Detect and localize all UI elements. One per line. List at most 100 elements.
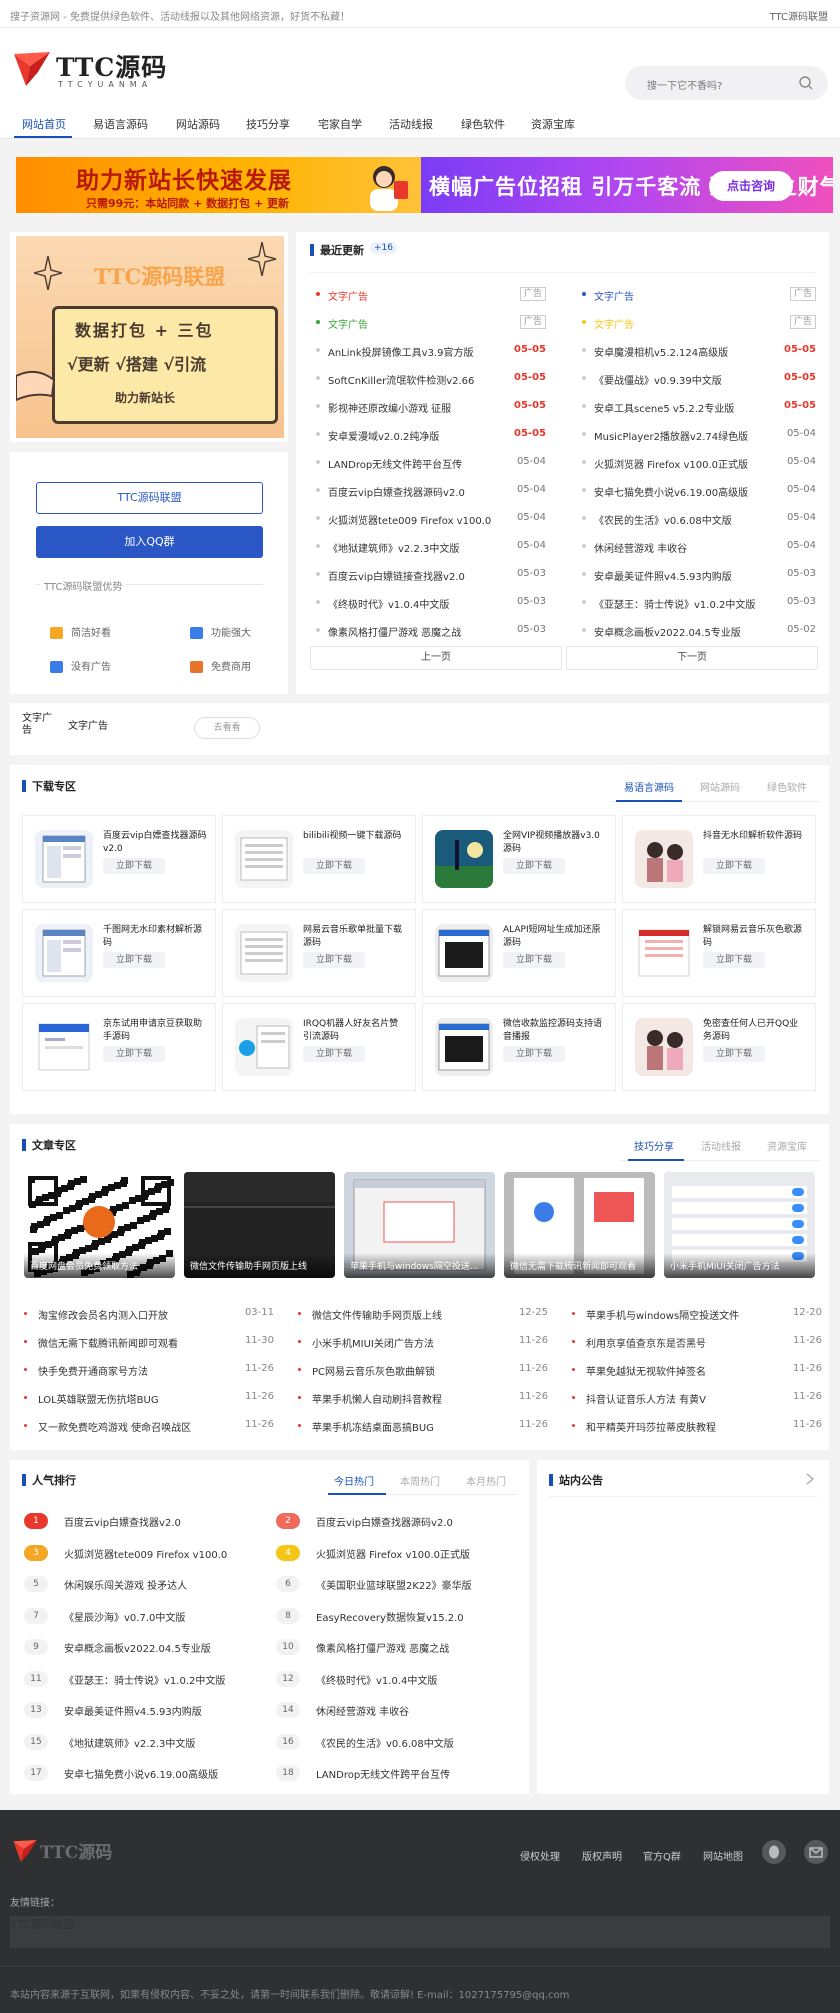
article-title[interactable]: 苹果手机冻结桌面恶搞BUG xyxy=(312,1419,492,1434)
download-thumbnail[interactable] xyxy=(635,924,693,982)
rank-row[interactable]: 12 《终极时代》v1.0.4中文版 xyxy=(276,1664,516,1695)
download-now-button[interactable]: 立即下载 xyxy=(703,952,765,968)
download-item[interactable]: 百度云vip白嫖查找器源码v2.0 立即下载 xyxy=(22,815,216,903)
article-card[interactable]: 小米手机MIUI关闭广告方法 xyxy=(664,1172,815,1278)
download-thumbnail[interactable] xyxy=(235,924,293,982)
article-title[interactable]: 苹果免越狱无视软件掉签名 xyxy=(586,1363,766,1378)
rank-row[interactable]: 14 休闲经营游戏 丰收谷 xyxy=(276,1695,516,1726)
update-row[interactable]: SoftCnKiller流氓软件检测v2.66 05-05 xyxy=(310,364,546,392)
update-title[interactable]: 火狐浏览器tete009 Firefox v100.0 xyxy=(328,512,518,527)
article-row[interactable]: 快手免费开通商家号方法 11-26 xyxy=(24,1356,274,1384)
rank-title[interactable]: 《农民的生活》v0.6.08中文版 xyxy=(316,1735,506,1750)
article-title[interactable]: 微信文件传输助手网页版上线 xyxy=(312,1307,492,1322)
rank-title[interactable]: 《终极时代》v1.0.4中文版 xyxy=(316,1672,506,1687)
article-card[interactable]: 微信无需下载腾讯新闻即可观看 xyxy=(504,1172,655,1278)
text-ad-row[interactable]: 文字广告 广告 xyxy=(310,280,546,308)
tab-green-software[interactable]: 绿色软件 xyxy=(767,779,807,794)
nav-activities[interactable]: 活动线报 xyxy=(389,116,433,132)
tab-today-hot[interactable]: 今日热门 xyxy=(334,1473,374,1488)
update-row[interactable]: 影视神还原改编小游戏 征服 05-05 xyxy=(310,392,546,420)
update-title[interactable]: AnLink投屏镜像工具v3.9官方版 xyxy=(328,344,518,359)
update-row[interactable]: 安卓魔漫相机v5.2.124高级版 05-05 xyxy=(576,336,816,364)
article-row[interactable]: 微信文件传输助手网页版上线 12-25 xyxy=(298,1300,548,1328)
update-row[interactable]: 安卓工具scene5 v5.2.2专业版 05-05 xyxy=(576,392,816,420)
nav-self-study[interactable]: 宅家自学 xyxy=(318,116,362,132)
article-caption[interactable]: 微信文件传输助手网页版上线 xyxy=(184,1253,335,1278)
nav-tips[interactable]: 技巧分享 xyxy=(246,116,290,132)
article-title[interactable]: PC网易云音乐灰色歌曲解锁 xyxy=(312,1363,492,1378)
update-row[interactable]: 安卓最美证件照v4.5.93内购版 05-03 xyxy=(576,560,816,588)
rank-title[interactable]: 火狐浏览器 Firefox v100.0正式版 xyxy=(316,1546,506,1561)
download-now-button[interactable]: 立即下载 xyxy=(103,858,165,874)
chevron-right-icon[interactable] xyxy=(805,1472,815,1486)
rank-title[interactable]: 休闲经营游戏 丰收谷 xyxy=(316,1703,506,1718)
update-row[interactable]: 百度云vip白嫖链接查找器v2.0 05-03 xyxy=(310,560,546,588)
update-title[interactable]: 安卓概念画板v2022.04.5专业版 xyxy=(594,624,784,639)
download-now-button[interactable]: 立即下载 xyxy=(703,1046,765,1062)
download-title[interactable]: 京东试用申请京豆获取助手源码 xyxy=(103,1018,207,1044)
download-item[interactable]: 免密查任何人已开QQ业务源码 立即下载 xyxy=(622,1003,816,1091)
tab-tips[interactable]: 技巧分享 xyxy=(634,1138,674,1153)
article-caption[interactable]: 小米手机MIUI关闭广告方法 xyxy=(664,1253,815,1278)
update-title[interactable]: 安卓爱漫域v2.0.2纯净版 xyxy=(328,428,518,443)
article-row[interactable]: 苹果手机与windows隔空投送文件 12-20 xyxy=(572,1300,822,1328)
rank-row[interactable]: 3 火狐浏览器tete009 Firefox v100.0 xyxy=(24,1538,264,1569)
update-title[interactable]: 火狐浏览器 Firefox v100.0正式版 xyxy=(594,456,784,471)
update-title[interactable]: 休闲经营游戏 丰收谷 xyxy=(594,540,784,555)
go-see-button[interactable]: 去看看 xyxy=(194,717,260,739)
footer-link-qq-group[interactable]: 官方Q群 xyxy=(643,1848,681,1863)
text-ad-link[interactable]: 文字广告 xyxy=(594,316,784,331)
rank-title[interactable]: 安卓最美证件照v4.5.93内购版 xyxy=(64,1703,254,1718)
download-now-button[interactable]: 立即下载 xyxy=(503,858,565,874)
rank-row[interactable]: 7 《星辰沙海》v0.7.0中文版 xyxy=(24,1601,264,1632)
qq-icon[interactable] xyxy=(762,1840,786,1864)
search-box[interactable]: 搜一下它不香吗? xyxy=(625,66,828,100)
text-ad-link[interactable]: 文字广告 xyxy=(68,717,108,732)
download-item[interactable]: 微信收款监控源码支持语音播报 立即下载 xyxy=(422,1003,616,1091)
rank-title[interactable]: 像素风格打僵尸游戏 恶魔之战 xyxy=(316,1640,506,1655)
update-title[interactable]: 百度云vip白嫖链接查找器v2.0 xyxy=(328,568,518,583)
rank-row[interactable]: 11 《亚瑟王：骑士传说》v1.0.2中文版 xyxy=(24,1664,264,1695)
nav-resources[interactable]: 资源宝库 xyxy=(531,116,575,132)
update-title[interactable]: 安卓最美证件照v4.5.93内购版 xyxy=(594,568,784,583)
rank-title[interactable]: 安卓七猫免费小说v6.19.00高级版 xyxy=(64,1766,254,1781)
update-title[interactable]: 百度云vip白嫖查找器源码v2.0 xyxy=(328,484,518,499)
article-title[interactable]: LOL英雄联盟无伤抗塔BUG xyxy=(38,1391,218,1406)
update-title[interactable]: LANDrop无线文件跨平台互传 xyxy=(328,456,518,471)
update-row[interactable]: 安卓概念画板v2022.04.5专业版 05-02 xyxy=(576,616,816,644)
update-row[interactable]: 《要战僵战》v0.9.39中文版 05-05 xyxy=(576,364,816,392)
update-row[interactable]: MusicPlayer2播放器v2.74绿色版 05-04 xyxy=(576,420,816,448)
rank-title[interactable]: 《美国职业篮球联盟2K22》豪华版 xyxy=(316,1577,506,1592)
rank-row[interactable]: 18 LANDrop无线文件跨平台互传 xyxy=(276,1758,516,1789)
rank-row[interactable]: 13 安卓最美证件照v4.5.93内购版 xyxy=(24,1695,264,1726)
text-ad-link[interactable]: 文字广告 xyxy=(328,288,518,303)
download-thumbnail[interactable] xyxy=(235,1018,293,1076)
union-link-button[interactable]: TTC源码联盟 xyxy=(36,482,263,514)
download-thumbnail[interactable] xyxy=(635,830,693,888)
search-icon[interactable] xyxy=(798,75,814,91)
download-item[interactable]: ALAPI短网址生成加还原源码 立即下载 xyxy=(422,909,616,997)
update-row[interactable]: 百度云vip白嫖查找器源码v2.0 05-04 xyxy=(310,476,546,504)
tab-eyuyan[interactable]: 易语言源码 xyxy=(624,779,674,794)
tab-site-source[interactable]: 网站源码 xyxy=(700,779,740,794)
article-row[interactable]: 苹果手机冻结桌面恶搞BUG 11-26 xyxy=(298,1412,548,1440)
article-row[interactable]: 小米手机MIUI关闭广告方法 11-26 xyxy=(298,1328,548,1356)
update-title[interactable]: 《要战僵战》v0.9.39中文版 xyxy=(594,372,784,387)
article-row[interactable]: 苹果免越狱无视软件掉签名 11-26 xyxy=(572,1356,822,1384)
rank-title[interactable]: 《亚瑟王：骑士传说》v1.0.2中文版 xyxy=(64,1672,254,1687)
article-caption[interactable]: 微信无需下载腾讯新闻即可观看 xyxy=(504,1253,655,1278)
top-link-union[interactable]: TTC源码联盟 xyxy=(770,8,828,23)
rank-title[interactable]: 安卓概念画板v2022.04.5专业版 xyxy=(64,1640,254,1655)
download-now-button[interactable]: 立即下载 xyxy=(303,1046,365,1062)
article-card[interactable]: 微信文件传输助手网页版上线 xyxy=(184,1172,335,1278)
tab-resources[interactable]: 资源宝库 xyxy=(767,1138,807,1153)
download-now-button[interactable]: 立即下载 xyxy=(703,858,765,874)
update-title[interactable]: MusicPlayer2播放器v2.74绿色版 xyxy=(594,428,784,443)
article-row[interactable]: 利用京享值查京东是否黑号 11-26 xyxy=(572,1328,822,1356)
rank-row[interactable]: 8 EasyRecovery数据恢复v15.2.0 xyxy=(276,1601,516,1632)
download-item[interactable]: 解锁网易云音乐灰色歌源码 立即下载 xyxy=(622,909,816,997)
rank-title[interactable]: 《星辰沙海》v0.7.0中文版 xyxy=(64,1609,254,1624)
footer-link-infringement[interactable]: 侵权处理 xyxy=(520,1848,560,1863)
rank-title[interactable]: 百度云vip白嫖查找器源码v2.0 xyxy=(316,1514,506,1529)
nav-eyuyan[interactable]: 易语言源码 xyxy=(93,116,148,132)
